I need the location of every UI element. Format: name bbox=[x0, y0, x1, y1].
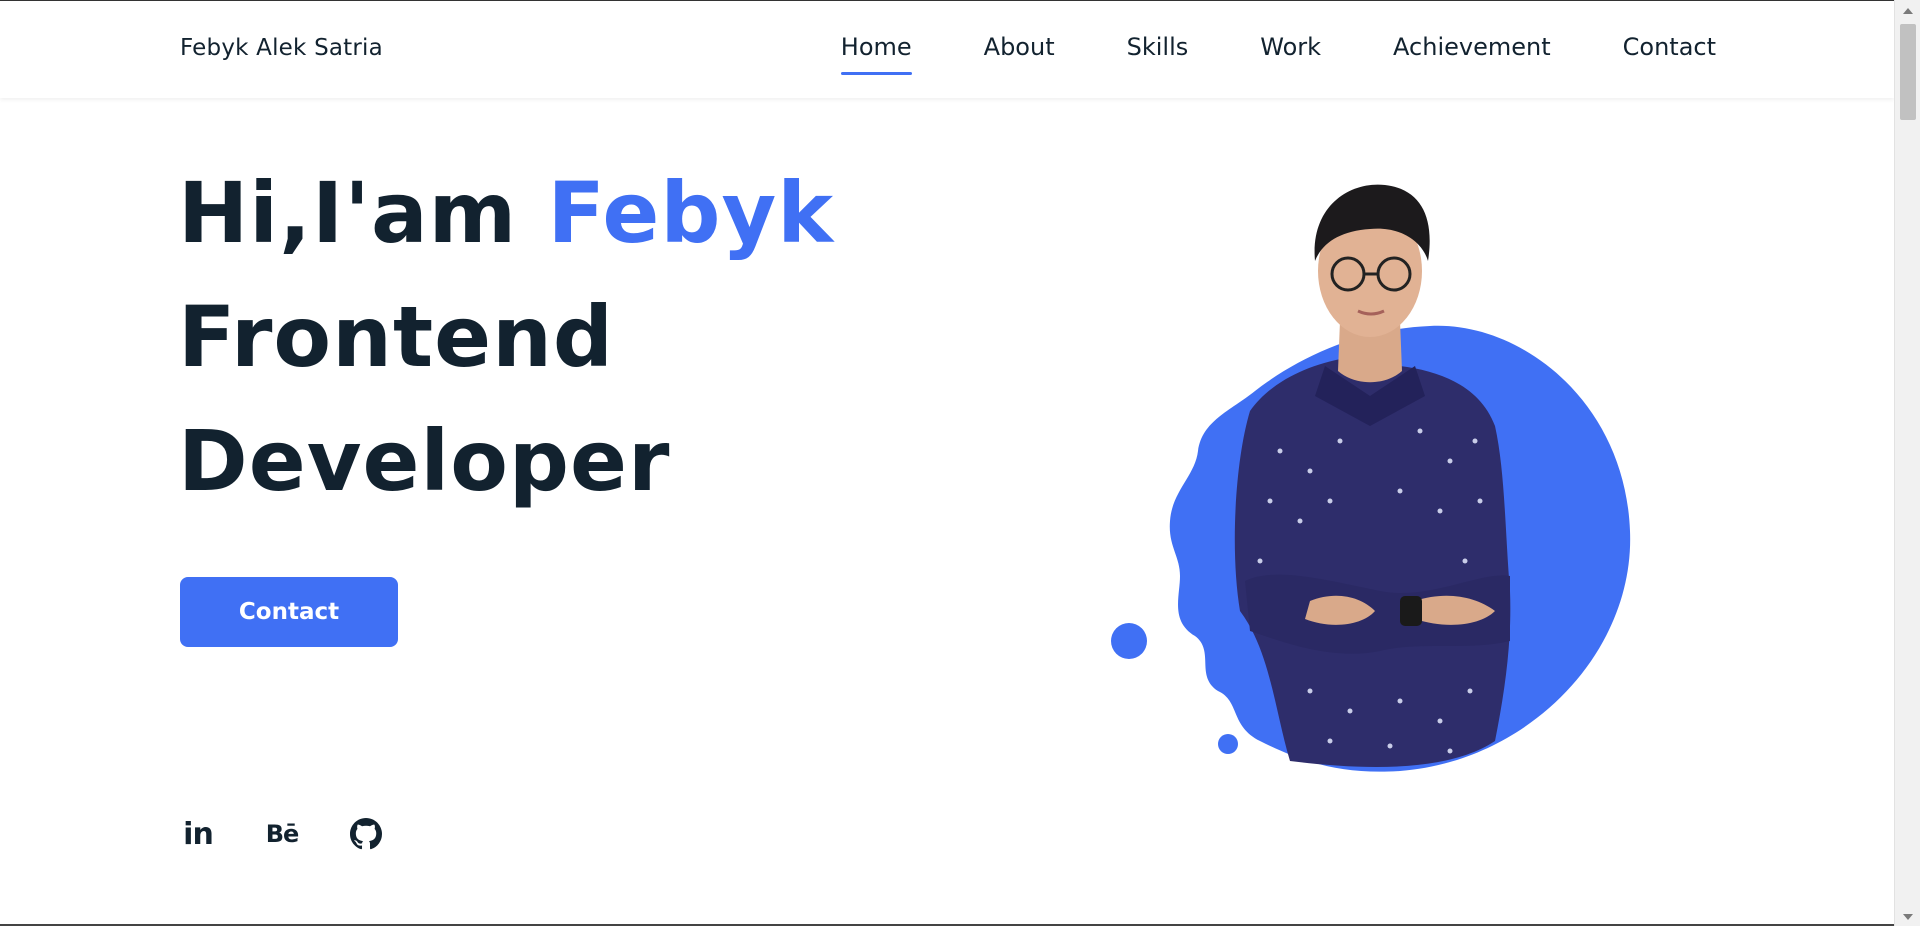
behance-link[interactable]: Bē bbox=[264, 816, 300, 852]
profile-illustration bbox=[1111, 184, 1631, 772]
blob-dot-large bbox=[1111, 623, 1147, 659]
page: Febyk Alek Satria Home About Skills Work… bbox=[0, 0, 1894, 926]
linkedin-icon: in bbox=[183, 816, 214, 852]
hero-role-line-1: Frontend bbox=[178, 288, 614, 386]
hero-title: Hi,I'am Febyk Frontend Developer bbox=[178, 151, 834, 523]
main-nav: Home About Skills Work Achievement Conta… bbox=[840, 33, 1716, 75]
hero-name: Febyk bbox=[547, 164, 835, 262]
brand-logo[interactable]: Febyk Alek Satria bbox=[180, 35, 383, 61]
person-watch bbox=[1400, 596, 1422, 626]
hero-greeting: Hi,I'am bbox=[178, 164, 518, 262]
contact-button[interactable]: Contact bbox=[180, 577, 398, 647]
nav-about[interactable]: About bbox=[984, 33, 1055, 75]
header: Febyk Alek Satria Home About Skills Work… bbox=[0, 1, 1894, 98]
hero-role-line-2: Developer bbox=[178, 412, 671, 510]
nav-contact[interactable]: Contact bbox=[1623, 33, 1716, 75]
scroll-thumb[interactable] bbox=[1900, 24, 1916, 120]
behance-icon: Bē bbox=[265, 820, 300, 848]
scroll-down-icon[interactable] bbox=[1903, 914, 1913, 920]
github-link[interactable] bbox=[348, 816, 384, 852]
blob-dot-small bbox=[1218, 734, 1238, 754]
nav-work[interactable]: Work bbox=[1260, 33, 1321, 75]
nav-achievement[interactable]: Achievement bbox=[1393, 33, 1551, 75]
github-icon bbox=[350, 818, 382, 850]
linkedin-link[interactable]: in bbox=[180, 816, 216, 852]
nav-skills[interactable]: Skills bbox=[1127, 33, 1189, 75]
vertical-scrollbar[interactable] bbox=[1894, 0, 1920, 926]
scroll-up-icon[interactable] bbox=[1903, 8, 1913, 14]
nav-home[interactable]: Home bbox=[840, 33, 912, 75]
social-links: in Bē bbox=[180, 816, 432, 852]
